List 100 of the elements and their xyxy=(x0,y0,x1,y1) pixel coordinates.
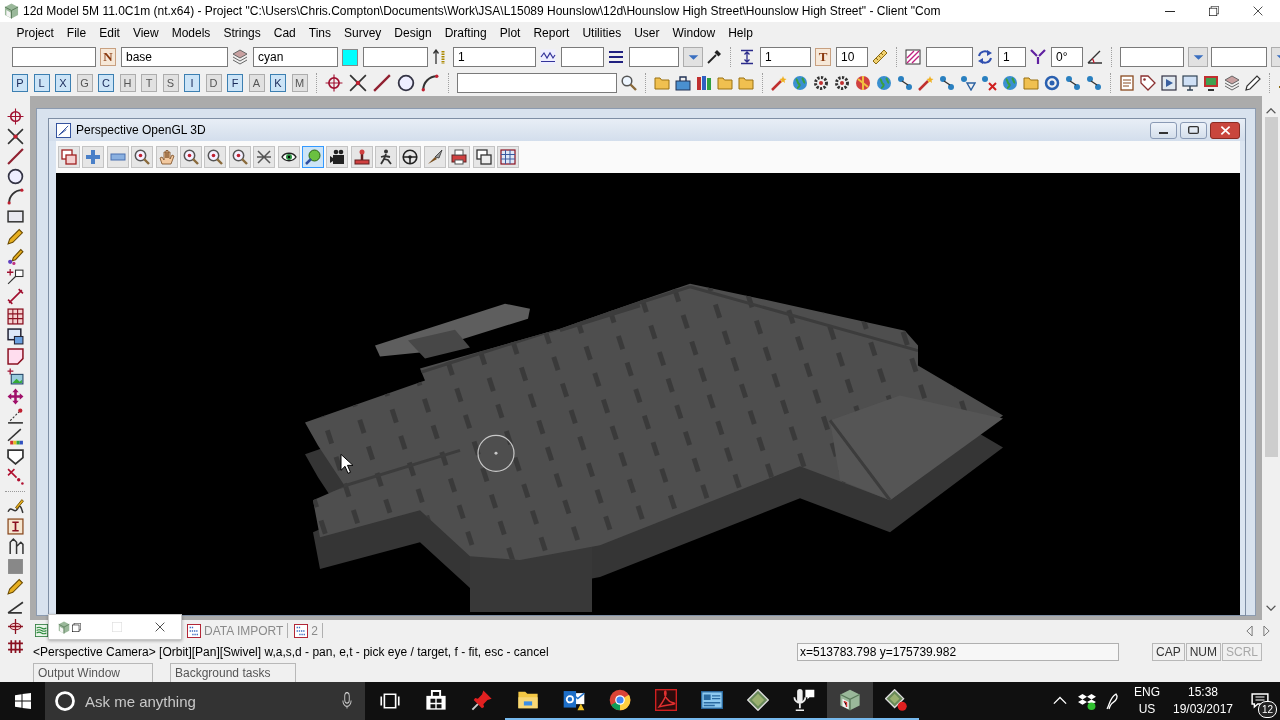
filter-toggle[interactable]: M xyxy=(291,74,308,92)
text-field[interactable]: cyan xyxy=(253,47,338,67)
rails-icon[interactable] xyxy=(6,638,24,655)
pentagon-icon[interactable] xyxy=(6,448,24,465)
display-icon[interactable] xyxy=(1203,75,1219,91)
filter-toggle[interactable]: P xyxy=(12,74,28,92)
table-icon[interactable] xyxy=(6,308,24,325)
filter-toggle[interactable]: T xyxy=(141,74,157,92)
folder-icon[interactable] xyxy=(738,75,754,91)
minimize-button[interactable] xyxy=(1150,121,1177,139)
menu-item[interactable]: File xyxy=(60,26,93,40)
circle-icon[interactable] xyxy=(6,168,24,185)
text-field[interactable] xyxy=(926,47,973,67)
tool-button[interactable] xyxy=(448,146,471,168)
tool-button[interactable] xyxy=(423,146,446,168)
zigzag-posts-icon[interactable] xyxy=(6,538,24,555)
line-icon[interactable] xyxy=(6,148,24,165)
magic-wand-icon[interactable] xyxy=(918,75,934,91)
filter-toggle[interactable]: G xyxy=(76,74,93,92)
monitor-icon[interactable] xyxy=(1182,75,1198,91)
menu-item[interactable]: Window xyxy=(665,26,722,40)
globe-icon[interactable] xyxy=(1002,75,1018,91)
menu-item[interactable]: Design xyxy=(387,26,439,40)
arc-icon[interactable] xyxy=(6,188,24,205)
folder-icon[interactable] xyxy=(654,75,670,91)
color-pencil-icon[interactable] xyxy=(6,248,24,265)
waves-icon[interactable] xyxy=(35,624,48,637)
globe-icon[interactable] xyxy=(876,75,892,91)
docked-window-tab[interactable]: Background tasks xyxy=(170,663,296,682)
filter-toggle[interactable]: K xyxy=(270,74,286,92)
clock-date[interactable]: 19/03/2017 xyxy=(1172,701,1234,718)
text-field[interactable] xyxy=(561,47,604,67)
tool-button[interactable] xyxy=(58,146,80,168)
cross-icon[interactable] xyxy=(6,128,24,145)
filter-toggle[interactable]: F xyxy=(227,74,243,92)
filter-toggle[interactable]: A xyxy=(248,74,265,92)
combo-field[interactable] xyxy=(1120,47,1184,67)
dropdown-button[interactable] xyxy=(1188,47,1208,67)
linked-nodes-icon[interactable] xyxy=(939,75,955,91)
layers-icon[interactable] xyxy=(1224,75,1240,91)
tag-icon[interactable] xyxy=(1140,75,1156,91)
line-weight-icon[interactable] xyxy=(608,49,624,65)
chevron-down-icon[interactable] xyxy=(1266,605,1276,611)
folder-icon[interactable] xyxy=(717,75,733,91)
triangle-left-icon[interactable] xyxy=(1246,625,1253,636)
menu-item[interactable]: Edit xyxy=(92,26,127,40)
text-cursor-box-icon[interactable] xyxy=(6,518,24,535)
tool-button[interactable] xyxy=(179,146,202,168)
merge-arrows-icon[interactable] xyxy=(1030,49,1046,65)
crosshair-icon[interactable] xyxy=(325,74,343,92)
text-field[interactable]: 0° xyxy=(1051,47,1083,67)
gear-icon[interactable] xyxy=(813,75,829,91)
text-field[interactable] xyxy=(363,47,428,67)
play-tile-icon[interactable] xyxy=(1161,75,1177,91)
region-label[interactable]: US xyxy=(1138,701,1156,718)
notepad-icon[interactable] xyxy=(1119,75,1135,91)
crosshair-icon[interactable] xyxy=(6,108,24,125)
filter-toggle[interactable]: H xyxy=(119,74,136,92)
menu-item[interactable]: Plot xyxy=(493,26,527,40)
hatch-icon[interactable] xyxy=(905,49,921,65)
tool-button[interactable] xyxy=(375,146,398,168)
combo-field[interactable] xyxy=(1211,47,1267,67)
toolbox-icon[interactable] xyxy=(675,75,691,91)
linked-nodes-icon[interactable] xyxy=(1065,75,1081,91)
measure-icon[interactable] xyxy=(6,408,24,425)
menu-item[interactable]: Help xyxy=(721,26,760,40)
tool-button[interactable] xyxy=(326,146,349,168)
microphone-icon[interactable] xyxy=(341,692,353,709)
text-field[interactable] xyxy=(12,47,96,67)
clock-time[interactable]: 15:38 xyxy=(1188,684,1218,701)
menu-item[interactable]: Utilities xyxy=(575,26,628,40)
filter-toggle[interactable]: X xyxy=(55,74,71,92)
globe-icon[interactable] xyxy=(792,75,808,91)
letter-button[interactable]: T xyxy=(815,48,831,66)
books-icon[interactable] xyxy=(696,75,712,91)
tool-button[interactable] xyxy=(228,146,251,168)
node-filter-icon[interactable] xyxy=(960,75,976,91)
text-field[interactable]: 10 xyxy=(836,47,868,67)
close-button[interactable] xyxy=(1210,121,1240,139)
gear-icon[interactable] xyxy=(834,75,850,91)
menu-item[interactable]: Cad xyxy=(267,26,303,40)
magic-wand-icon[interactable] xyxy=(771,75,787,91)
shape-icon[interactable] xyxy=(6,348,24,365)
spectrum-line-icon[interactable] xyxy=(6,428,24,445)
taskbar-app-button[interactable] xyxy=(827,682,873,720)
menu-item[interactable]: User xyxy=(627,26,666,40)
pencil-curve-icon[interactable] xyxy=(6,498,24,515)
filter-toggle[interactable]: L xyxy=(33,74,50,92)
menu-item[interactable]: Drafting xyxy=(438,26,494,40)
scrollbar-thumb[interactable] xyxy=(1264,117,1278,457)
window-select-icon[interactable] xyxy=(6,328,24,345)
text-field[interactable]: 1 xyxy=(998,47,1026,67)
tool-button[interactable] xyxy=(253,146,276,168)
pencil-icon[interactable] xyxy=(6,578,24,595)
ruler-icon[interactable] xyxy=(872,49,888,65)
picture-icon[interactable] xyxy=(6,368,24,385)
filter-toggle[interactable]: D xyxy=(205,74,222,92)
blank-tile-icon[interactable] xyxy=(6,558,24,575)
filter-toggle[interactable]: S xyxy=(162,74,179,92)
menu-item[interactable]: Project xyxy=(10,26,61,40)
